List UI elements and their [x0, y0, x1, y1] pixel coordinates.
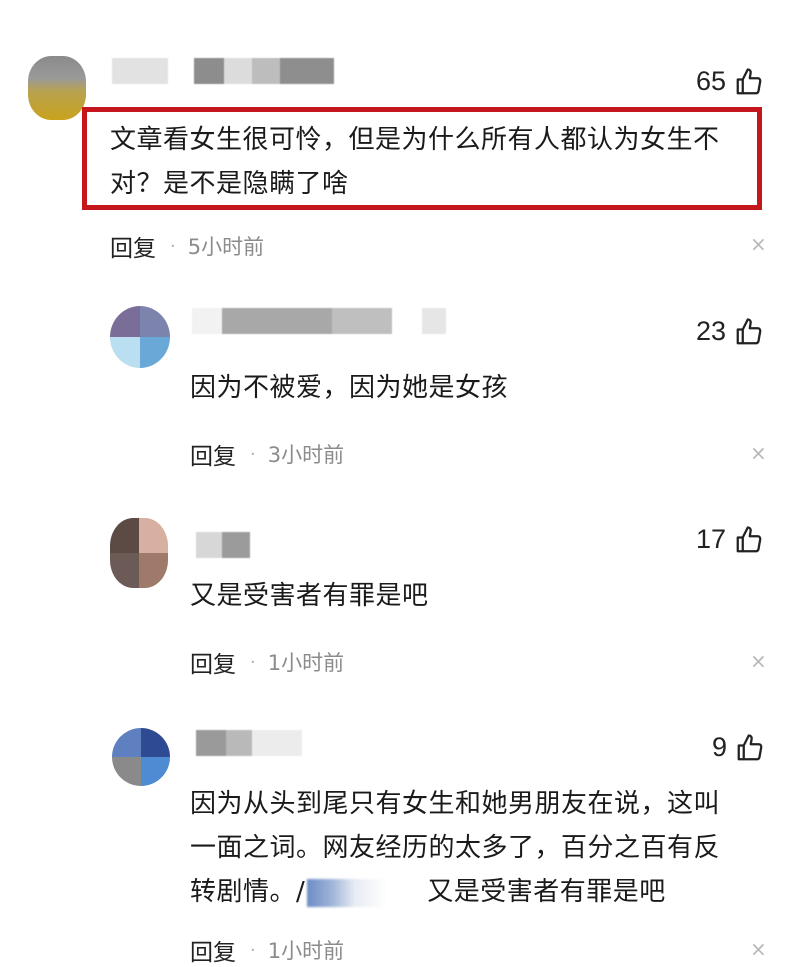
like-button[interactable]: 65	[696, 66, 764, 97]
close-icon[interactable]: ×	[750, 232, 767, 256]
username-blurred[interactable]	[196, 730, 302, 756]
timestamp: 5小时前	[187, 235, 265, 259]
mention-blurred[interactable]	[307, 878, 388, 907]
like-count: 17	[696, 524, 727, 554]
comment-text: 因为不被爱，因为她是女孩	[190, 373, 509, 403]
text-prefix: 转剧情。/	[190, 877, 306, 907]
timestamp: 3小时前	[267, 443, 345, 467]
like-count: 65	[696, 66, 727, 96]
avatar[interactable]	[110, 518, 168, 588]
quoted-text: 又是受害者有罪是吧	[427, 877, 666, 907]
comment-meta: 回复 · 3小时前	[190, 437, 344, 471]
username-blurred[interactable]	[192, 308, 446, 334]
comment-text: 文章看女生很可怜，但是为什么所有人都认为女生不 对？是不是隐瞒了啥	[110, 125, 720, 199]
close-icon[interactable]: ×	[750, 937, 767, 961]
avatar[interactable]	[112, 728, 170, 786]
avatar[interactable]	[28, 56, 86, 120]
avatar[interactable]	[110, 306, 170, 368]
timestamp: 1小时前	[267, 939, 345, 963]
reply-button[interactable]: 回复	[190, 645, 236, 679]
like-thumb-icon	[737, 733, 763, 760]
comment-text: 因为从头到尾只有女生和她男朋友在说，这叫 一面之词。网友经历的太多了，百分之百有…	[190, 789, 721, 907]
comment-meta: 回复 · 1小时前	[190, 645, 344, 679]
comment-meta: 回复 · 5小时前	[110, 229, 264, 263]
like-button[interactable]: 23	[696, 316, 764, 347]
like-thumb-icon	[736, 525, 762, 552]
like-thumb-icon	[736, 317, 762, 344]
like-button[interactable]: 9	[712, 732, 765, 763]
like-count: 23	[696, 316, 727, 346]
close-icon[interactable]: ×	[750, 649, 767, 673]
like-thumb-icon	[736, 67, 762, 94]
separator-dot: ·	[170, 235, 176, 257]
comment-meta: 回复 · 1小时前	[190, 933, 344, 967]
separator-dot: ·	[250, 443, 256, 465]
separator-dot: ·	[250, 651, 256, 673]
timestamp: 1小时前	[267, 651, 345, 675]
reply-button[interactable]: 回复	[110, 229, 156, 263]
close-icon[interactable]: ×	[750, 441, 767, 465]
reply-button[interactable]: 回复	[190, 933, 236, 967]
username-blurred[interactable]	[112, 58, 334, 84]
like-button[interactable]: 17	[696, 524, 764, 555]
username-blurred[interactable]	[196, 532, 250, 558]
separator-dot: ·	[250, 939, 256, 961]
like-count: 9	[712, 732, 728, 762]
comment-text: 又是受害者有罪是吧	[190, 581, 429, 611]
reply-button[interactable]: 回复	[190, 437, 236, 471]
